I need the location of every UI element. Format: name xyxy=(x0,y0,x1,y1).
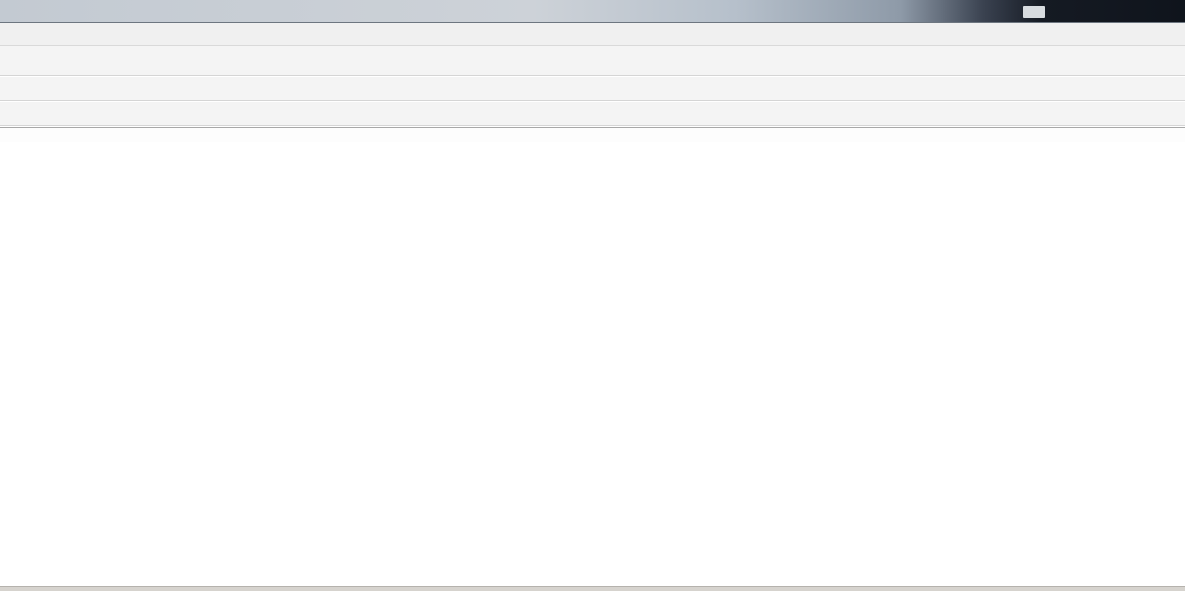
main-toolbar xyxy=(0,46,1185,76)
bottom-strip xyxy=(0,586,1185,591)
background-artifact xyxy=(1023,6,1045,18)
app-window xyxy=(0,0,1185,591)
date-axis xyxy=(0,127,1185,143)
title-bar xyxy=(0,0,1185,23)
kline-chart[interactable] xyxy=(0,160,1185,586)
icon-toolbar xyxy=(0,77,1185,101)
indicator-row xyxy=(0,142,1185,160)
drawing-toolbar xyxy=(0,102,1185,126)
menu-bar xyxy=(0,23,1185,46)
